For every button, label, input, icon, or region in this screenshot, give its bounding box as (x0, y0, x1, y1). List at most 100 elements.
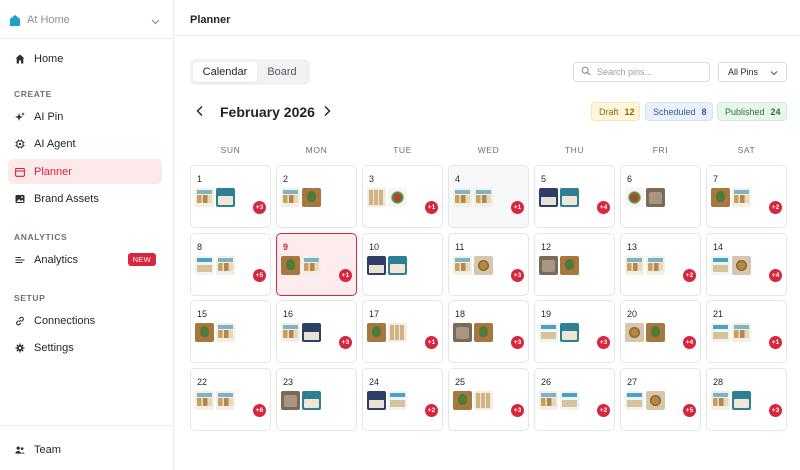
pin-thumbnail[interactable] (711, 188, 730, 207)
pin-thumbnail[interactable] (388, 323, 407, 342)
pin-thumbnail[interactable] (711, 256, 730, 275)
pin-thumbnail[interactable] (281, 256, 300, 275)
calendar-day[interactable]: 19 +3 (534, 300, 615, 363)
pin-thumbnail[interactable] (539, 391, 558, 410)
more-pins-badge[interactable]: +2 (597, 404, 610, 417)
status-chip-draft[interactable]: Draft 12 (591, 102, 640, 121)
more-pins-badge[interactable]: +1 (339, 269, 352, 282)
more-pins-badge[interactable]: +2 (683, 269, 696, 282)
pin-thumbnail[interactable] (732, 323, 751, 342)
calendar-day[interactable]: 4 +1 (448, 165, 529, 228)
calendar-day[interactable]: 21 +1 (706, 300, 787, 363)
pin-thumbnail[interactable] (453, 256, 472, 275)
more-pins-badge[interactable]: +6 (253, 404, 266, 417)
calendar-day[interactable]: 6 (620, 165, 701, 228)
pin-thumbnail[interactable] (732, 188, 751, 207)
calendar-day[interactable]: 25 +3 (448, 368, 529, 431)
pin-thumbnail[interactable] (195, 256, 214, 275)
calendar-day[interactable]: 24 +2 (362, 368, 443, 431)
workspace-switcher[interactable]: At Home (8, 10, 164, 30)
pin-thumbnail[interactable] (732, 256, 751, 275)
pin-thumbnail[interactable] (216, 391, 235, 410)
more-pins-badge[interactable]: +3 (511, 336, 524, 349)
more-pins-badge[interactable]: +2 (769, 201, 782, 214)
pin-thumbnail[interactable] (388, 256, 407, 275)
calendar-day[interactable]: 20 +4 (620, 300, 701, 363)
calendar-day[interactable]: 5 +4 (534, 165, 615, 228)
more-pins-badge[interactable]: +1 (511, 201, 524, 214)
sidebar-item-ai-agent[interactable]: AI Agent (8, 131, 162, 156)
pin-thumbnail[interactable] (646, 256, 665, 275)
pin-thumbnail[interactable] (539, 188, 558, 207)
more-pins-badge[interactable]: +3 (597, 336, 610, 349)
status-chip-scheduled[interactable]: Scheduled 8 (645, 102, 713, 121)
pin-thumbnail[interactable] (388, 188, 407, 207)
more-pins-badge[interactable]: +1 (425, 201, 438, 214)
pin-thumbnail[interactable] (474, 391, 493, 410)
pin-thumbnail[interactable] (216, 323, 235, 342)
pin-thumbnail[interactable] (711, 323, 730, 342)
calendar-day[interactable]: 18 +3 (448, 300, 529, 363)
calendar-day[interactable]: 10 (362, 233, 443, 296)
pin-thumbnail[interactable] (453, 391, 472, 410)
pin-thumbnail[interactable] (367, 256, 386, 275)
pin-thumbnail[interactable] (625, 188, 644, 207)
pin-thumbnail[interactable] (281, 391, 300, 410)
pin-thumbnail[interactable] (711, 391, 730, 410)
more-pins-badge[interactable]: +3 (769, 404, 782, 417)
calendar-day[interactable]: 26 +2 (534, 368, 615, 431)
pin-thumbnail[interactable] (646, 188, 665, 207)
calendar-day[interactable]: 28 +3 (706, 368, 787, 431)
tab-board[interactable]: Board (257, 62, 307, 82)
calendar-day[interactable]: 22 +6 (190, 368, 271, 431)
calendar-day[interactable]: 13 +2 (620, 233, 701, 296)
calendar-day[interactable]: 16 +3 (276, 300, 357, 363)
pin-thumbnail[interactable] (625, 391, 644, 410)
more-pins-badge[interactable]: +1 (425, 336, 438, 349)
pin-thumbnail[interactable] (388, 391, 407, 410)
more-pins-badge[interactable]: +4 (597, 201, 610, 214)
pin-thumbnail[interactable] (560, 256, 579, 275)
tab-calendar[interactable]: Calendar (193, 62, 257, 82)
calendar-day[interactable]: 14 +4 (706, 233, 787, 296)
pin-thumbnail[interactable] (560, 323, 579, 342)
sidebar-item-connections[interactable]: Connections (8, 308, 162, 333)
pin-thumbnail[interactable] (216, 256, 235, 275)
pin-thumbnail[interactable] (195, 391, 214, 410)
sidebar-item-ai-pin[interactable]: AI Pin (8, 104, 162, 129)
calendar-day[interactable]: 17 +1 (362, 300, 443, 363)
pin-thumbnail[interactable] (646, 323, 665, 342)
pin-thumbnail[interactable] (560, 188, 579, 207)
pin-thumbnail[interactable] (195, 188, 214, 207)
sidebar-item-settings[interactable]: Settings (8, 335, 162, 360)
pin-thumbnail[interactable] (625, 256, 644, 275)
calendar-day[interactable]: 23 (276, 368, 357, 431)
pin-thumbnail[interactable] (646, 391, 665, 410)
pin-thumbnail[interactable] (539, 323, 558, 342)
pin-thumbnail[interactable] (539, 256, 558, 275)
search-box[interactable] (573, 62, 710, 82)
pin-thumbnail[interactable] (302, 323, 321, 342)
pin-thumbnail[interactable] (474, 188, 493, 207)
pin-thumbnail[interactable] (625, 323, 644, 342)
sidebar-item-planner[interactable]: Planner (8, 159, 162, 184)
pin-filter-select[interactable]: All Pins (718, 62, 787, 82)
more-pins-badge[interactable]: +3 (339, 336, 352, 349)
more-pins-badge[interactable]: +1 (769, 336, 782, 349)
sidebar-item-home[interactable]: Home (8, 46, 162, 71)
pin-thumbnail[interactable] (453, 188, 472, 207)
calendar-day[interactable]: 1 +3 (190, 165, 271, 228)
sidebar-item-analytics[interactable]: Analytics NEW (8, 247, 162, 272)
more-pins-badge[interactable]: +4 (683, 336, 696, 349)
more-pins-badge[interactable]: +4 (769, 269, 782, 282)
more-pins-badge[interactable]: +3 (253, 201, 266, 214)
pin-thumbnail[interactable] (367, 323, 386, 342)
prev-month-button[interactable] (193, 104, 207, 118)
pin-thumbnail[interactable] (474, 256, 493, 275)
next-month-button[interactable] (320, 104, 334, 118)
search-input[interactable] (597, 67, 707, 77)
calendar-day[interactable]: 2 (276, 165, 357, 228)
pin-thumbnail[interactable] (367, 391, 386, 410)
calendar-day[interactable]: 3 +1 (362, 165, 443, 228)
more-pins-badge[interactable]: +3 (511, 269, 524, 282)
